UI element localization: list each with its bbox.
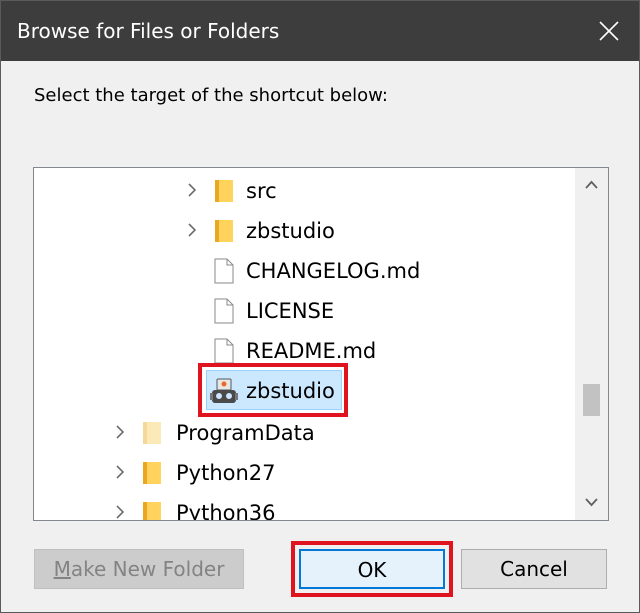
tree-item-programdata[interactable]: ProgramData <box>34 412 574 452</box>
tree-item-changelog[interactable]: CHANGELOG.md <box>34 250 574 290</box>
dialog-title: Browse for Files or Folders <box>17 19 280 43</box>
chevron-right-icon[interactable] <box>112 504 128 520</box>
tree-item-label: Python36 <box>176 501 276 520</box>
tree-item-license[interactable]: LICENSE <box>34 290 574 330</box>
tree-item-label: Python27 <box>176 461 276 485</box>
chevron-right-icon[interactable] <box>112 424 128 440</box>
button-label: ake New Folder <box>70 557 225 581</box>
close-button[interactable] <box>579 1 639 61</box>
chevron-up-icon <box>585 180 598 189</box>
close-icon <box>599 21 619 41</box>
chevron-right-icon[interactable] <box>184 222 200 238</box>
tree-content: src zbstudio CHANGELOG.md LICENSE README… <box>34 168 574 520</box>
tree-item-readme[interactable]: README.md <box>34 330 574 370</box>
mnemonic-letter: M <box>53 557 71 581</box>
folder-tree[interactable]: src zbstudio CHANGELOG.md LICENSE README… <box>33 167 609 521</box>
title-bar: Browse for Files or Folders <box>1 1 639 61</box>
chevron-right-icon[interactable] <box>112 464 128 480</box>
folder-icon <box>215 180 233 202</box>
scroll-thumb[interactable] <box>583 384 600 416</box>
tree-item-src[interactable]: src <box>34 170 574 210</box>
tree-item-label: README.md <box>246 339 377 363</box>
tree-item-zbstudio-folder[interactable]: zbstudio <box>34 210 574 250</box>
tree-item-label: zbstudio <box>246 219 335 243</box>
chevron-down-icon <box>585 498 598 507</box>
file-icon <box>214 298 234 324</box>
chevron-right-icon[interactable] <box>184 182 200 198</box>
scroll-up-button[interactable] <box>575 168 608 202</box>
make-new-folder-button[interactable]: Make New Folder <box>34 549 244 589</box>
browse-dialog: Browse for Files or Folders Select the t… <box>0 0 640 613</box>
folder-icon <box>143 462 161 484</box>
cancel-button[interactable]: Cancel <box>461 549 607 589</box>
tree-item-python27[interactable]: Python27 <box>34 452 574 492</box>
file-icon <box>214 338 234 364</box>
robot-app-icon <box>210 378 238 403</box>
folder-icon <box>143 502 161 520</box>
instruction-text: Select the target of the shortcut below: <box>34 85 388 106</box>
ok-button[interactable]: OK <box>299 549 445 589</box>
scroll-down-button[interactable] <box>575 486 608 520</box>
tree-item-label: ProgramData <box>176 421 315 445</box>
folder-icon <box>143 422 161 444</box>
tree-item-label: zbstudio <box>246 379 335 403</box>
vertical-scrollbar[interactable] <box>575 168 608 520</box>
tree-item-label: LICENSE <box>246 299 335 323</box>
file-icon <box>214 258 234 284</box>
tree-item-zbstudio-app[interactable]: zbstudio <box>34 370 574 410</box>
tree-item-label: src <box>246 179 277 203</box>
folder-icon <box>215 220 233 242</box>
tree-item-python36[interactable]: Python36 <box>34 492 574 520</box>
tree-item-label: CHANGELOG.md <box>246 259 421 283</box>
